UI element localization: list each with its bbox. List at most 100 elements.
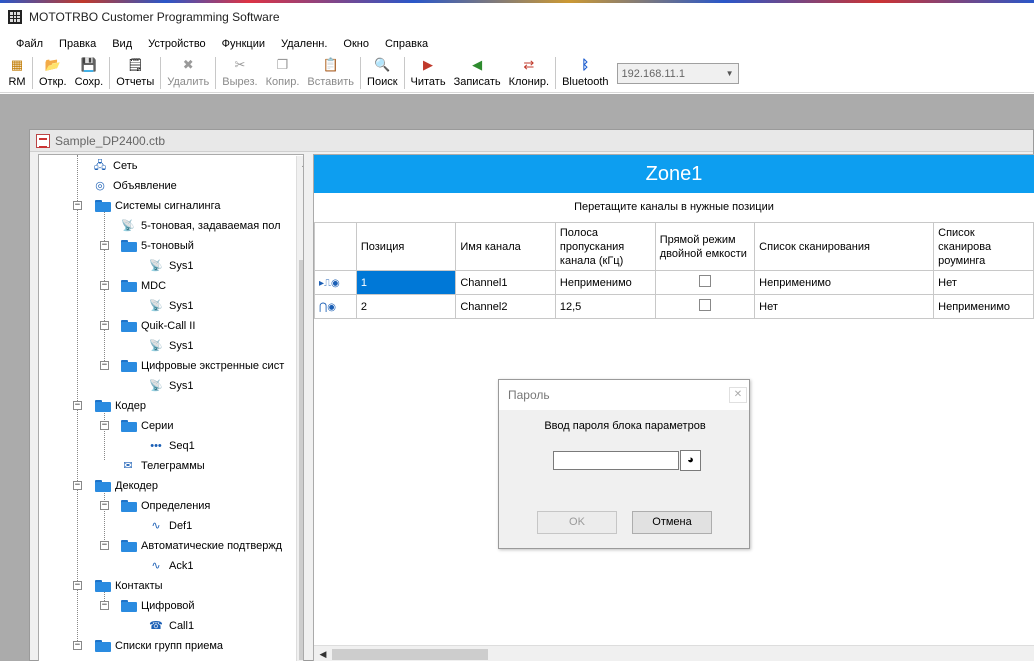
menu-remote[interactable]: Удаленн. [273, 38, 335, 50]
tree-item-digital[interactable]: Цифровой [121, 596, 195, 616]
cell-dual-capacity[interactable] [654, 270, 756, 295]
read-button[interactable]: ▶ Читать [407, 55, 450, 91]
save-button[interactable]: 💾 Сохр. [71, 55, 108, 91]
collapse-toggle[interactable]: − [73, 641, 82, 650]
ok-button[interactable]: OK [537, 511, 617, 534]
tree-item-call1[interactable]: ☎ Call1 [147, 616, 194, 636]
folder-icon [121, 500, 137, 512]
bluetooth-button[interactable]: ᛒ Bluetooth [558, 55, 612, 91]
collapse-toggle[interactable]: − [100, 601, 109, 610]
table-row[interactable]: ▸⎍◉ 1 Channel1 Неприменимо Неприменимо Н… [314, 270, 1034, 295]
scrollbar-thumb[interactable] [299, 260, 303, 660]
column-header-bandwidth[interactable]: Полоса пропускания канала (кГц) [554, 222, 656, 271]
tree-item-definitions[interactable]: Определения [121, 496, 210, 516]
open-button[interactable]: 📂 Откр. [35, 55, 71, 91]
scroll-up-icon[interactable]: ▲ [297, 156, 303, 173]
cell-position[interactable]: 1 [355, 270, 457, 295]
tree-item-quik-call[interactable]: Quik-Call II [121, 316, 195, 336]
menu-file[interactable]: Файл [8, 38, 51, 50]
tree-item-digital-emergency[interactable]: Цифровые экстренные сист [121, 356, 284, 376]
menu-functions[interactable]: Функции [214, 38, 273, 50]
tree-item-sys1[interactable]: 📡 Sys1 [147, 376, 193, 396]
menu-window[interactable]: Окно [335, 38, 377, 50]
column-header-scan-list[interactable]: Список сканирования [754, 222, 935, 271]
tree-vertical-scrollbar[interactable]: ▲ [296, 156, 303, 661]
cell-bandwidth[interactable]: 12,5 [554, 294, 656, 319]
cell-bandwidth[interactable]: Неприменимо [554, 270, 656, 295]
collapse-toggle[interactable]: − [100, 241, 109, 250]
cut-button[interactable]: ✂ Вырез. [218, 55, 261, 91]
write-button[interactable]: ◀ Записать [450, 55, 505, 91]
menu-help[interactable]: Справка [377, 38, 436, 50]
collapse-toggle[interactable]: − [73, 581, 82, 590]
tree-item-five-tone[interactable]: 5-тоновый [121, 236, 194, 256]
paste-button[interactable]: 📋 Вставить [303, 55, 358, 91]
collapse-toggle[interactable]: − [73, 201, 82, 210]
cancel-button[interactable]: Отмена [632, 511, 712, 534]
search-button[interactable]: 🔍 Поиск [363, 55, 401, 91]
rm-button[interactable]: ▦ RM [4, 55, 30, 91]
tree-item-decoder[interactable]: Декодер [95, 476, 158, 496]
collapse-toggle[interactable]: − [100, 421, 109, 430]
tree-item-five-tone-user[interactable]: 📡 5-тоновая, задаваемая пол [119, 216, 280, 236]
menu-device[interactable]: Устройство [140, 38, 214, 50]
grid-horizontal-scrollbar[interactable]: ◀ [314, 645, 1034, 661]
column-header-roam-scan-list[interactable]: Список сканирова роуминга [933, 222, 1034, 271]
menu-view[interactable]: Вид [104, 38, 140, 50]
collapse-toggle[interactable]: − [73, 401, 82, 410]
tree-item-sys1[interactable]: 📡 Sys1 [147, 256, 193, 276]
tree-item-def1[interactable]: ∿ Def1 [147, 516, 192, 536]
clone-button[interactable]: ⇄ Клонир. [505, 55, 553, 91]
cell-position[interactable]: 2 [355, 294, 457, 319]
dual-capacity-checkbox[interactable] [698, 299, 711, 311]
tree-item-seq1[interactable]: ••• Seq1 [147, 436, 194, 456]
cell-roam-scan-list[interactable]: Нет [933, 270, 1034, 295]
scrollbar-thumb[interactable] [332, 649, 488, 660]
tree-item-telegrams[interactable]: ✉ Телеграммы [119, 456, 204, 476]
collapse-toggle[interactable]: − [100, 501, 109, 510]
delete-button[interactable]: ✖ Удалить [163, 55, 213, 91]
tree-item-sys1[interactable]: 📡 Sys1 [147, 296, 193, 316]
tree-item-sys1[interactable]: 📡 Sys1 [147, 336, 193, 356]
reports-button[interactable]: 🗒 Отчеты [112, 55, 158, 91]
tree-item-ack1[interactable]: ∿ Ack1 [147, 556, 193, 576]
cell-channel-name[interactable]: Channel1 [455, 270, 556, 295]
table-row[interactable]: ⋂◉ 2 Channel2 12,5 Нет Неприменимо [314, 294, 1034, 319]
tree-item-series[interactable]: Серии [121, 416, 173, 436]
tree-item-contacts[interactable]: Контакты [95, 576, 163, 596]
tree-item-auto-ack[interactable]: Автоматические подтвержд [121, 536, 282, 556]
copy-button[interactable]: ❐ Копир. [262, 55, 304, 91]
column-header-channel-name[interactable]: Имя канала [455, 222, 556, 271]
ip-address-select[interactable]: 192.168.11.1 ▼ [616, 63, 739, 84]
folder-icon [121, 540, 137, 552]
column-header-position[interactable]: Позиция [355, 222, 457, 271]
row-selector[interactable]: ⋂◉ [314, 294, 357, 319]
show-password-eye-icon[interactable]: ◕ [680, 450, 701, 471]
tree-item-announcement[interactable]: ◎ Объявление [91, 176, 177, 196]
column-header-dual-capacity[interactable]: Прямой режим двойной емкости [654, 222, 756, 271]
collapse-toggle[interactable]: − [100, 541, 109, 550]
antenna-icon: 📡 [121, 220, 135, 232]
close-icon[interactable]: ✕ [729, 387, 747, 403]
cell-scan-list[interactable]: Нет [754, 294, 935, 319]
tree-item-signaling[interactable]: Системы сигналинга [95, 196, 221, 216]
tree-item-network[interactable]: 🖧 Сеть [91, 156, 138, 176]
menu-edit[interactable]: Правка [51, 38, 104, 50]
collapse-toggle[interactable]: − [100, 321, 109, 330]
cell-channel-name[interactable]: Channel2 [455, 294, 556, 319]
read-radio-icon: ▶ [423, 57, 434, 72]
tree-item-mdc[interactable]: MDC [121, 276, 166, 296]
collapse-toggle[interactable]: − [73, 481, 82, 490]
tree-item-rx-groups[interactable]: Списки групп приема [95, 636, 223, 656]
scroll-left-icon[interactable]: ◀ [316, 646, 330, 661]
tree-item-encoder[interactable]: Кодер [95, 396, 146, 416]
collapse-toggle[interactable]: − [100, 361, 109, 370]
cell-roam-scan-list[interactable]: Неприменимо [933, 294, 1034, 319]
password-prompt: Ввод пароля блока параметров [544, 420, 706, 432]
cell-dual-capacity[interactable] [654, 294, 756, 319]
cell-scan-list[interactable]: Неприменимо [754, 270, 935, 295]
password-input[interactable] [553, 451, 679, 470]
dual-capacity-checkbox[interactable] [698, 275, 711, 287]
collapse-toggle[interactable]: − [100, 281, 109, 290]
row-selector[interactable]: ▸⎍◉ [314, 270, 357, 295]
